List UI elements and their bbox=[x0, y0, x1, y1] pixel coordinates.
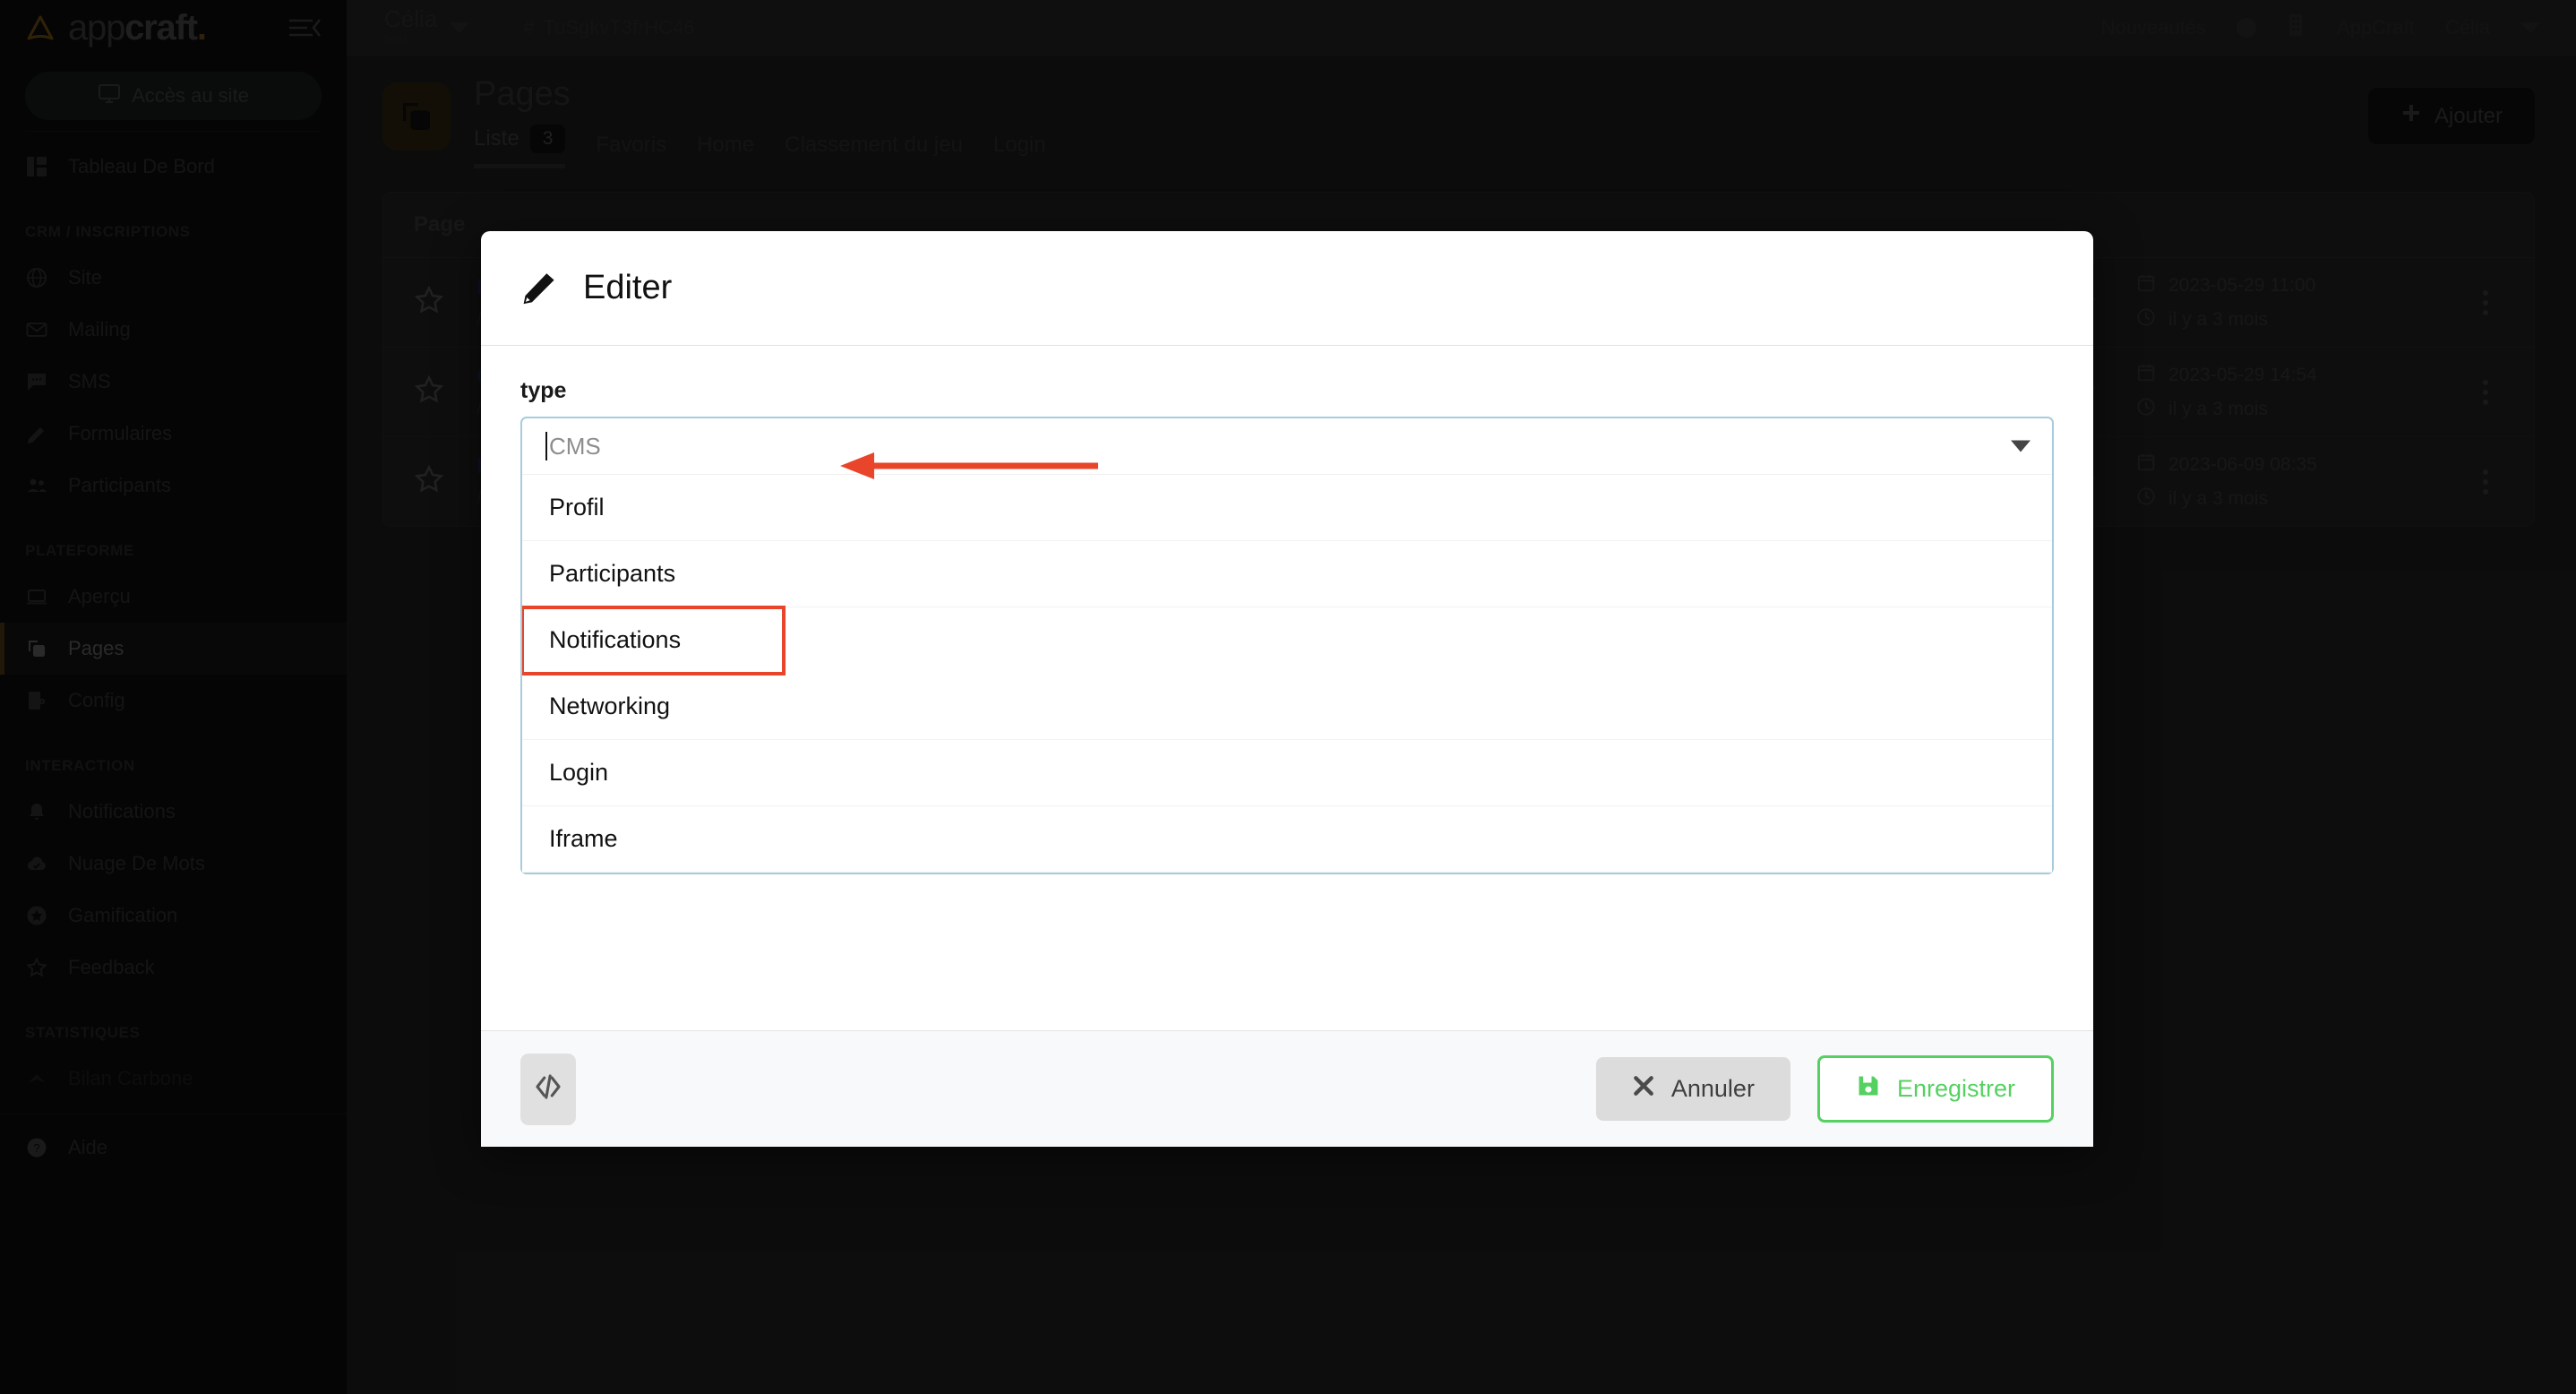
option-profil[interactable]: Profil bbox=[522, 475, 2052, 541]
option-label: Participants bbox=[549, 560, 676, 587]
option-label: Iframe bbox=[549, 825, 618, 852]
option-networking[interactable]: Networking bbox=[522, 674, 2052, 740]
annotation-arrow bbox=[833, 449, 1102, 485]
text-cursor bbox=[545, 432, 547, 460]
app-root: appcraft. Accès au site bbox=[0, 0, 2576, 1394]
modal-body: type CMS Profil Participants Notificatio… bbox=[481, 346, 2093, 1030]
cancel-button[interactable]: Annuler bbox=[1595, 1057, 1790, 1121]
option-label: Login bbox=[549, 759, 609, 786]
cancel-label: Annuler bbox=[1670, 1075, 1755, 1102]
option-iframe[interactable]: Iframe bbox=[522, 806, 2052, 873]
modal-header: Editer bbox=[481, 231, 2093, 346]
option-label: Profil bbox=[549, 494, 605, 521]
modal-footer: Annuler Enregistrer bbox=[481, 1030, 2093, 1147]
save-icon bbox=[1856, 1073, 1881, 1105]
option-label: Notifications bbox=[549, 626, 682, 653]
field-label-type: type bbox=[520, 378, 567, 403]
option-label: Networking bbox=[549, 693, 671, 719]
option-login[interactable]: Login bbox=[522, 740, 2052, 806]
modal-footer-actions: Annuler Enregistrer bbox=[1595, 1055, 2054, 1123]
code-view-button[interactable] bbox=[520, 1053, 576, 1125]
option-participants[interactable]: Participants bbox=[522, 541, 2052, 607]
type-select-value: CMS bbox=[549, 432, 601, 460]
code-icon bbox=[533, 1071, 563, 1106]
chevron-down-icon[interactable] bbox=[2011, 440, 2031, 452]
type-select[interactable]: CMS Profil Participants Notifications Ne… bbox=[520, 417, 2054, 874]
option-notifications[interactable]: Notifications bbox=[522, 606, 786, 675]
modal-title: Editer bbox=[583, 269, 673, 306]
save-button[interactable]: Enregistrer bbox=[1816, 1055, 2054, 1123]
edit-modal: Editer type CMS Profil Participants Noti… bbox=[481, 231, 2093, 1147]
type-select-input[interactable]: CMS bbox=[522, 418, 2052, 474]
type-options-list[interactable]: Profil Participants Notifications Networ… bbox=[522, 474, 2052, 873]
pencil-icon bbox=[520, 266, 560, 310]
close-icon bbox=[1632, 1074, 1655, 1104]
save-label: Enregistrer bbox=[1896, 1075, 2015, 1102]
